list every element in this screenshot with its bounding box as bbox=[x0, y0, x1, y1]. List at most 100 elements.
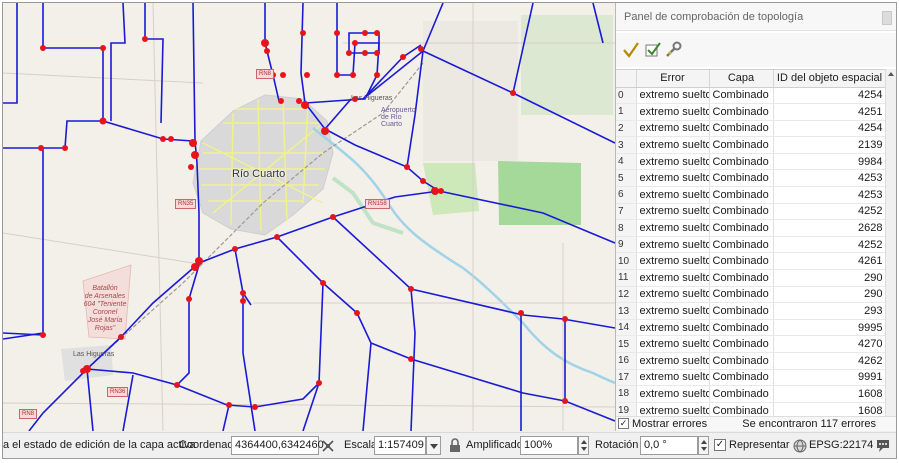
table-row[interactable]: 3 extremo suelto Combinado 2139 bbox=[616, 136, 887, 154]
errors-table: Error Capa ID del objeto espacial 0 extre… bbox=[616, 70, 887, 416]
table-row[interactable]: 5 extremo suelto Combinado 4253 bbox=[616, 169, 887, 188]
table-row[interactable]: 10 extremo suelto Combinado 4261 bbox=[616, 252, 887, 271]
row-index: 18 bbox=[616, 385, 637, 403]
panel-footer: ✓ Mostrar errores Se encontraron 117 err… bbox=[616, 416, 896, 431]
town-label: Las Higueras bbox=[73, 351, 115, 358]
row-layer: Combinado bbox=[709, 236, 774, 254]
row-feature-id: 4253 bbox=[773, 186, 887, 204]
table-row[interactable]: 15 extremo suelto Combinado 4270 bbox=[616, 335, 887, 353]
table-row[interactable]: 18 extremo suelto Combinado 1608 bbox=[616, 385, 887, 403]
city-label: Río Cuarto bbox=[232, 168, 286, 180]
row-feature-id: 4254 bbox=[773, 120, 887, 138]
messages-icon[interactable] bbox=[875, 438, 891, 453]
row-error: extremo suelto bbox=[636, 236, 710, 254]
row-index: 9 bbox=[616, 236, 637, 254]
row-layer: Combinado bbox=[709, 402, 774, 416]
row-layer: Combinado bbox=[709, 169, 774, 188]
table-row[interactable]: 9 extremo suelto Combinado 4252 bbox=[616, 236, 887, 254]
row-layer: Combinado bbox=[709, 252, 774, 271]
errors-table-container[interactable]: Error Capa ID del objeto espacial 0 extre… bbox=[616, 69, 896, 416]
place-label-line: 604 "Teniente bbox=[83, 301, 127, 308]
rotation-spinner[interactable] bbox=[698, 436, 709, 455]
table-row[interactable]: 11 extremo suelto Combinado 290 bbox=[616, 269, 887, 287]
route-shield: RN35 bbox=[175, 199, 197, 209]
place-label-line: Coronel bbox=[92, 309, 118, 316]
lock-icon[interactable] bbox=[449, 438, 461, 453]
coordinate-input[interactable]: 4364400,6342460 bbox=[231, 436, 324, 455]
column-header-error[interactable]: Error bbox=[636, 70, 710, 88]
table-row[interactable]: 19 extremo suelto Combinado 1608 bbox=[616, 402, 887, 416]
column-header-index[interactable] bbox=[616, 70, 637, 88]
panel-toolbar bbox=[616, 33, 896, 67]
status-message: a el estado de edición de la capa activa bbox=[3, 439, 196, 451]
column-header-feature-id[interactable]: ID del objeto espacial bbox=[773, 70, 887, 88]
crs-label[interactable]: EPSG:22174 bbox=[809, 439, 873, 451]
row-index: 2 bbox=[616, 120, 637, 138]
table-row[interactable]: 13 extremo suelto Combinado 293 bbox=[616, 302, 887, 320]
column-header-layer[interactable]: Capa bbox=[709, 70, 774, 88]
row-error: extremo suelto bbox=[636, 136, 710, 154]
table-row[interactable]: 0 extremo suelto Combinado 4254 bbox=[616, 87, 887, 105]
qgis-window: Río Cuarto Aeropuerto de Río Cuarto Las … bbox=[2, 2, 897, 459]
row-layer: Combinado bbox=[709, 319, 774, 337]
magnifier-input[interactable]: 100% bbox=[520, 436, 578, 455]
row-layer: Combinado bbox=[709, 286, 774, 304]
row-index: 19 bbox=[616, 402, 637, 416]
map-canvas[interactable]: Río Cuarto Aeropuerto de Río Cuarto Las … bbox=[3, 3, 615, 431]
magnifier-spinner[interactable] bbox=[578, 436, 589, 455]
route-shield: RN8 bbox=[19, 409, 38, 419]
row-error: extremo suelto bbox=[636, 319, 710, 337]
row-error: extremo suelto bbox=[636, 219, 710, 237]
render-label: Representar bbox=[729, 439, 790, 451]
row-feature-id: 1608 bbox=[773, 385, 887, 403]
row-error: extremo suelto bbox=[636, 153, 710, 171]
panel-float-button[interactable] bbox=[882, 11, 892, 25]
row-feature-id: 4252 bbox=[773, 203, 887, 221]
scale-dropdown-button[interactable] bbox=[426, 436, 441, 455]
validate-extent-icon[interactable] bbox=[644, 41, 662, 59]
row-index: 6 bbox=[616, 186, 637, 204]
row-error: extremo suelto bbox=[636, 269, 710, 287]
map-layers bbox=[3, 3, 615, 431]
row-index: 13 bbox=[616, 302, 637, 320]
configure-rules-icon[interactable] bbox=[664, 41, 682, 59]
row-index: 14 bbox=[616, 319, 637, 337]
validate-all-icon[interactable] bbox=[622, 41, 640, 59]
row-feature-id: 1608 bbox=[773, 402, 887, 416]
row-feature-id: 9995 bbox=[773, 319, 887, 337]
panel-titlebar[interactable]: Panel de comprobación de topología bbox=[616, 3, 896, 31]
globe-icon[interactable] bbox=[793, 439, 807, 453]
table-row[interactable]: 16 extremo suelto Combinado 4262 bbox=[616, 352, 887, 370]
rotation-input[interactable]: 0,0 ° bbox=[640, 436, 698, 455]
render-checkbox[interactable]: ✓ bbox=[714, 439, 726, 451]
table-row[interactable]: 17 extremo suelto Combinado 9991 bbox=[616, 369, 887, 387]
table-row[interactable]: 7 extremo suelto Combinado 4252 bbox=[616, 203, 887, 221]
rotation-label: Rotación bbox=[595, 439, 639, 451]
table-vertical-scrollbar[interactable] bbox=[885, 69, 896, 416]
show-errors-label: Mostrar errores bbox=[632, 418, 708, 430]
row-error: extremo suelto bbox=[636, 286, 710, 304]
place-label-line: José María bbox=[87, 317, 123, 324]
topology-checker-panel: Panel de comprobación de topología Error… bbox=[615, 3, 896, 431]
table-row[interactable]: 8 extremo suelto Combinado 2628 bbox=[616, 219, 887, 237]
row-error: extremo suelto bbox=[636, 369, 710, 387]
row-feature-id: 290 bbox=[773, 269, 887, 287]
row-feature-id: 293 bbox=[773, 302, 887, 320]
table-row[interactable]: 4 extremo suelto Combinado 9984 bbox=[616, 153, 887, 171]
table-row[interactable]: 2 extremo suelto Combinado 4254 bbox=[616, 120, 887, 138]
table-row[interactable]: 14 extremo suelto Combinado 9995 bbox=[616, 319, 887, 337]
scroll-up-arrow-icon[interactable] bbox=[888, 72, 894, 76]
row-error: extremo suelto bbox=[636, 252, 710, 271]
route-shield: RN36 bbox=[107, 387, 129, 397]
place-label-line: Batallón bbox=[92, 285, 118, 292]
row-index: 1 bbox=[616, 103, 637, 121]
basemap bbox=[3, 3, 615, 431]
row-index: 11 bbox=[616, 269, 637, 287]
table-row[interactable]: 6 extremo suelto Combinado 4253 bbox=[616, 186, 887, 204]
scale-input[interactable]: 1:157409 bbox=[374, 436, 426, 455]
table-row[interactable]: 12 extremo suelto Combinado 290 bbox=[616, 286, 887, 304]
show-errors-checkbox[interactable]: ✓ bbox=[618, 418, 629, 429]
table-row[interactable]: 1 extremo suelto Combinado 4251 bbox=[616, 103, 887, 121]
extents-toggle-icon[interactable] bbox=[321, 439, 335, 453]
row-layer: Combinado bbox=[709, 369, 774, 387]
